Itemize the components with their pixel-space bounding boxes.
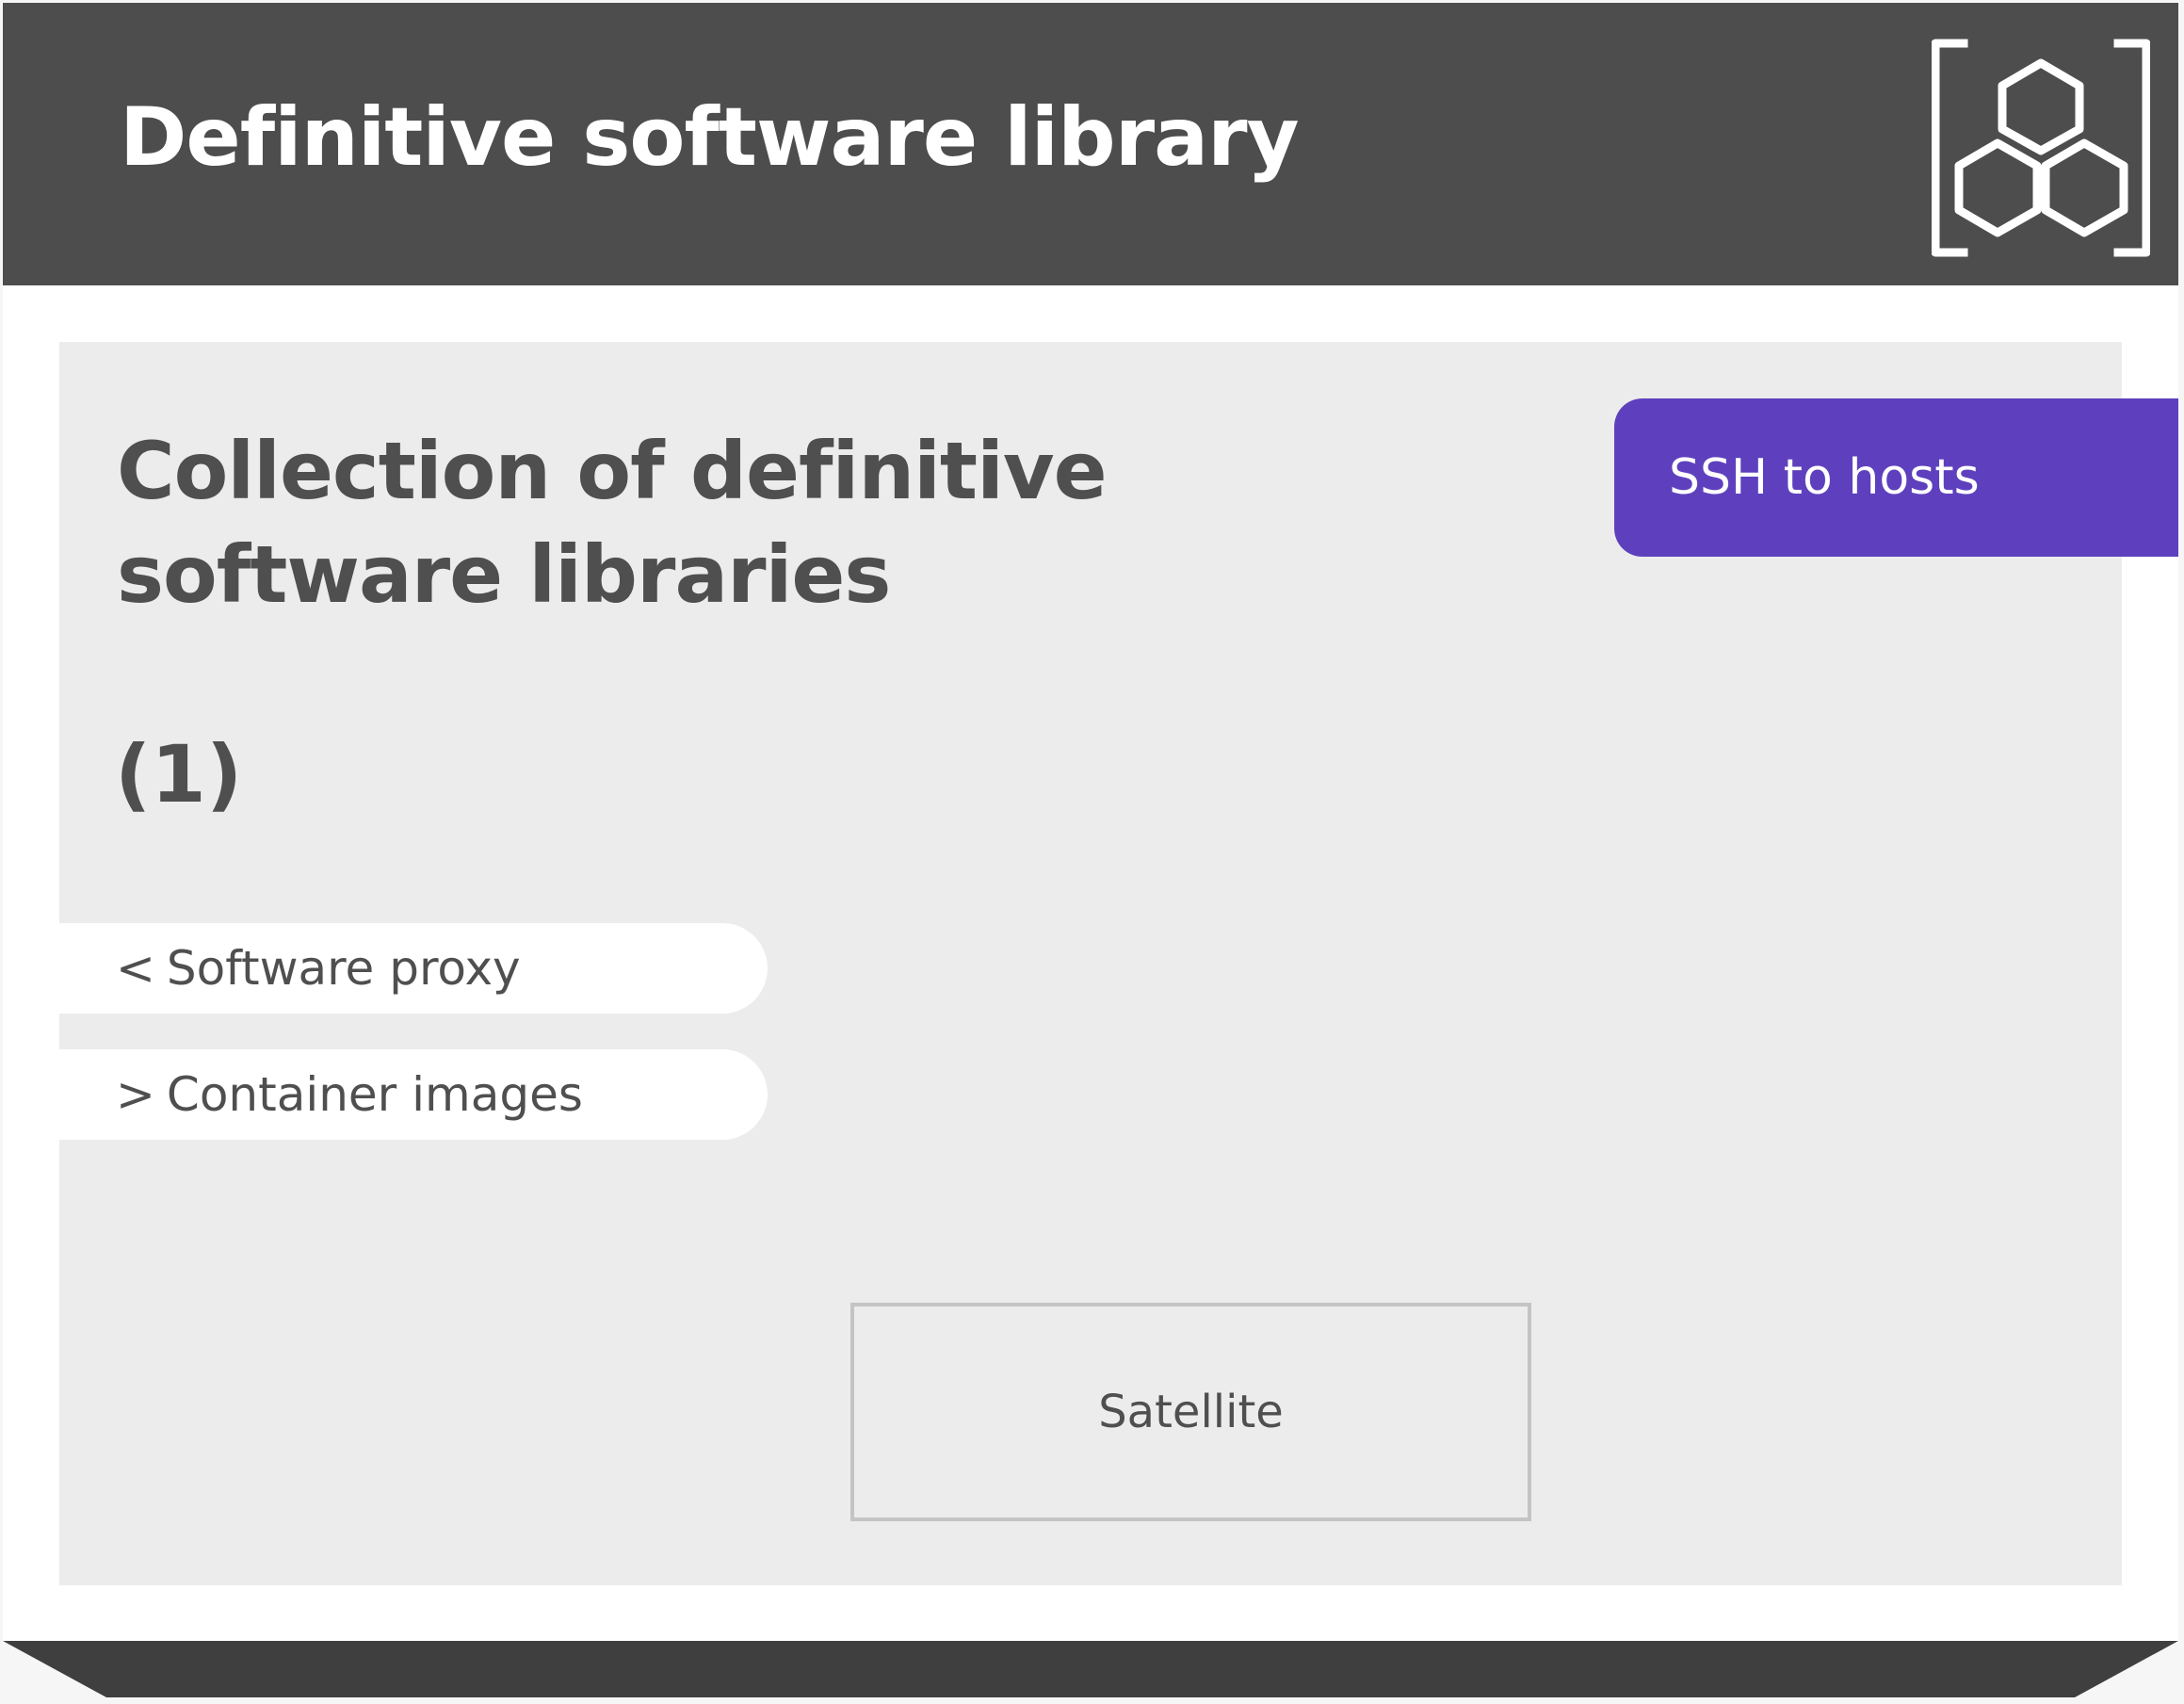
- chevron-left-icon: <: [116, 941, 155, 996]
- satellite-component-box: Satellite: [850, 1303, 1531, 1521]
- header-bar: Definitive software library: [3, 3, 2178, 285]
- nav-previous-label: Software proxy: [166, 941, 521, 996]
- satellite-label: Satellite: [1098, 1386, 1284, 1438]
- item-count: (1): [115, 728, 243, 820]
- nav-next-label: Container images: [166, 1067, 583, 1122]
- hexagon-cluster-bracket-icon: [1932, 39, 2150, 257]
- nav-next-container-images[interactable]: > Container images: [59, 1049, 768, 1140]
- chevron-right-icon: >: [116, 1067, 155, 1122]
- page-title: Definitive software library: [120, 90, 1300, 185]
- nav-previous-software-proxy[interactable]: < Software proxy: [59, 923, 768, 1014]
- section-heading: Collection of definitive software librar…: [117, 425, 1108, 621]
- footer-bar: [3, 1641, 2178, 1697]
- ssh-to-hosts-tab[interactable]: SSH to hosts: [1614, 398, 2178, 557]
